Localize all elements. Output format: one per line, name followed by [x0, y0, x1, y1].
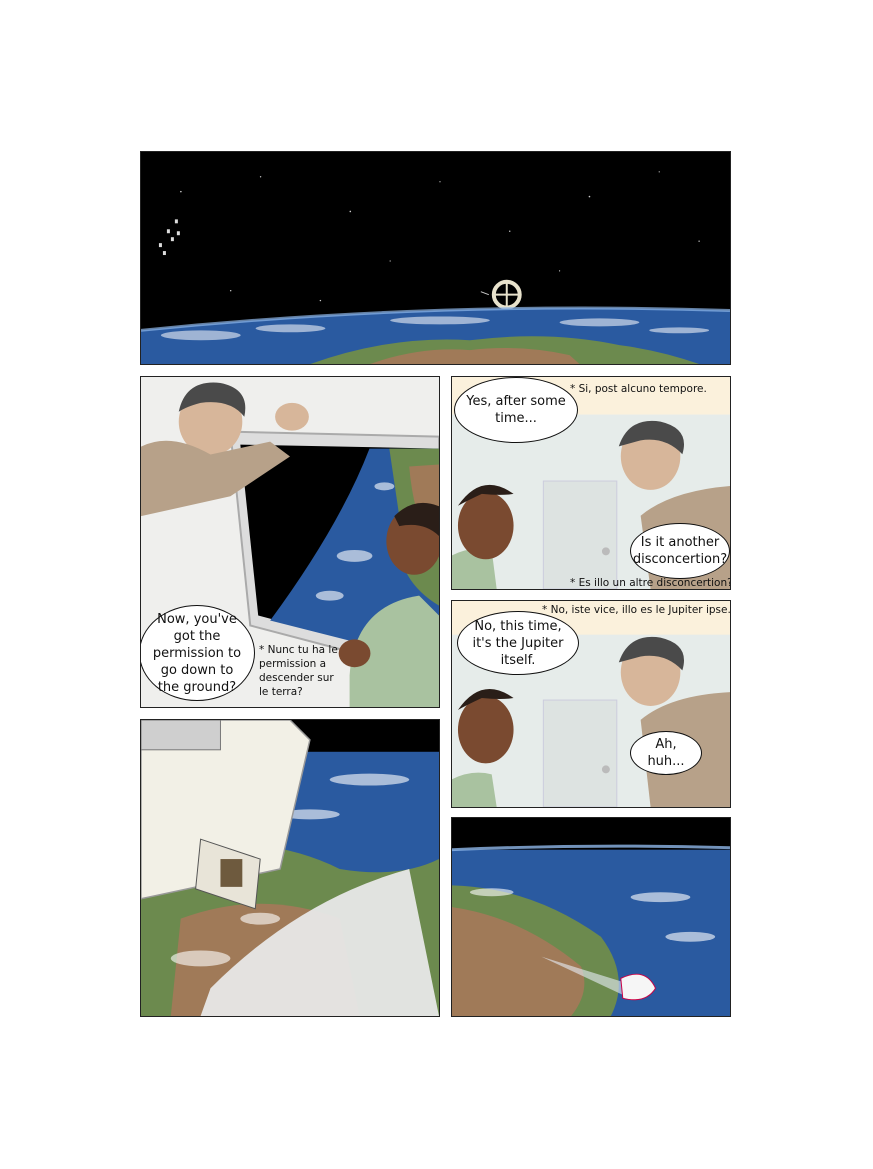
bubble-text: Now, you've got the permission to go dow…	[152, 611, 242, 695]
shuttle-departure-scene	[141, 720, 439, 1016]
speech-bubble-p3-boy: Yes, after some time...	[454, 377, 578, 443]
translation-note-p2: * Nunc tu ha le permission a descender s…	[259, 644, 338, 698]
panel-2: Now, you've got the permission to go dow…	[140, 376, 440, 708]
translation-note-p4: * No, iste vice, illo es le Jupiter ipse…	[542, 604, 731, 616]
speech-bubble-p2: Now, you've got the permission to go dow…	[141, 605, 255, 701]
translation-note-p3-2: * Es illo un altre disconcertion?	[570, 577, 731, 589]
space-scene	[141, 152, 730, 364]
translation-note-p3-1: * Si, post alcuno tempore.	[570, 383, 707, 395]
panel-1	[140, 151, 731, 365]
speech-bubble-p4-man: Ah, huh...	[630, 731, 702, 775]
panel-5	[140, 719, 440, 1017]
panel-6	[451, 817, 731, 1017]
speech-bubble-p4-boy: No, this time, it's the Jupiter itself.	[457, 611, 579, 675]
panel-3: Yes, after some time... * Si, post alcun…	[451, 376, 731, 590]
speech-bubble-p3-man: Is it another disconcertion?	[630, 523, 730, 579]
shuttle-reentry-scene	[452, 818, 730, 1016]
panel-4: * No, iste vice, illo es le Jupiter ipse…	[451, 600, 731, 808]
